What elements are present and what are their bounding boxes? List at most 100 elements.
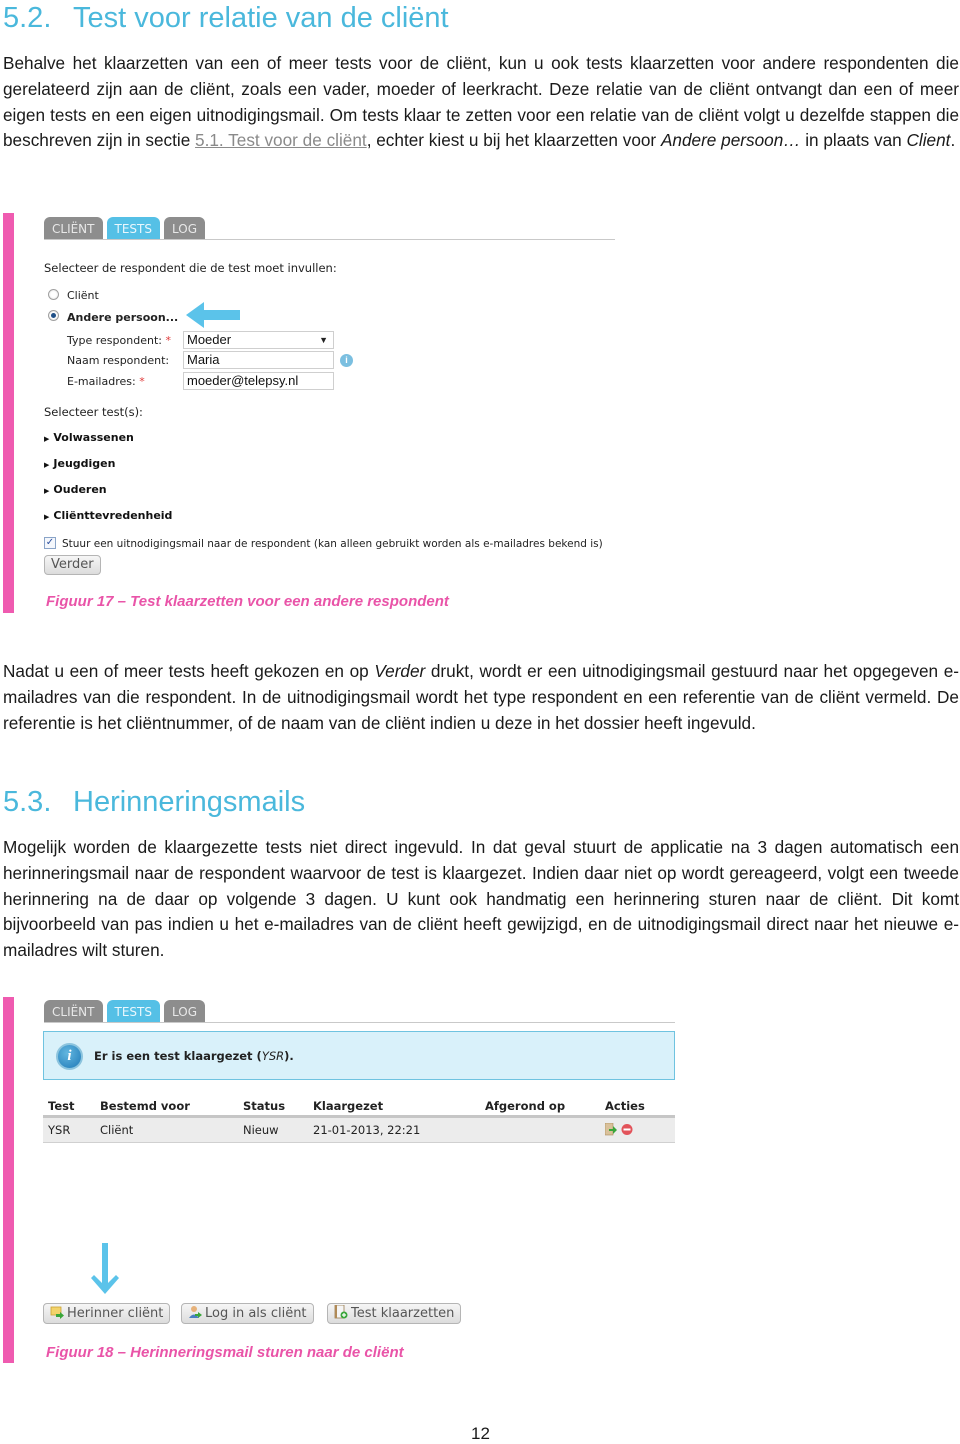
section-heading-5-3: 5.3. Herinneringsmails: [3, 786, 305, 819]
tab-log[interactable]: LOG: [163, 217, 205, 239]
tab-divider: [44, 239, 615, 240]
figure-17-caption: Figuur 17 – Test klaarzetten voor een an…: [46, 593, 449, 610]
info-icon: i: [56, 1043, 83, 1070]
notice-text: ).: [284, 1049, 294, 1063]
table-header-row: Test Bestemd voor Status Klaargezet Afge…: [43, 1097, 675, 1118]
figure-18-bar: [3, 997, 14, 1363]
required-marker: *: [165, 334, 171, 347]
column-header: Status: [238, 1097, 308, 1118]
paragraph-text: , echter kiest u bij het klaarzetten voo…: [366, 130, 661, 151]
button-label: Herinner cliënt: [67, 1306, 164, 1321]
intro-paragraph: Behalve het klaarzetten van een of meer …: [3, 51, 959, 154]
radio-client[interactable]: [48, 289, 59, 300]
naam-respondent-input[interactable]: Maria: [183, 351, 334, 369]
column-header: Bestemd voor: [95, 1097, 238, 1118]
tests-table: Test Bestemd voor Status Klaargezet Afge…: [43, 1097, 675, 1143]
figure-17-bar: [3, 213, 14, 613]
verder-button[interactable]: Verder: [44, 555, 101, 575]
test-group-label: Ouderen: [53, 483, 107, 496]
section-heading-5-2: 5.2. Test voor relatie van de cliënt: [3, 2, 449, 35]
invite-checkbox-label: Stuur een uitnodigingsmail naar de respo…: [62, 538, 603, 550]
paragraph-text: Nadat u een of meer tests heeft gekozen …: [3, 661, 375, 681]
naam-respondent-label: Naam respondent:: [67, 354, 170, 367]
section-number: 5.3.: [3, 786, 52, 818]
add-test-icon: [334, 1305, 348, 1319]
column-header: Test: [43, 1097, 95, 1118]
arrow-down-icon: [91, 1243, 119, 1294]
cell-acties: [600, 1116, 675, 1143]
expand-triangle-icon: ▶: [44, 513, 50, 521]
test-group-label: Jeugdigen: [53, 457, 116, 470]
user-login-icon: [189, 1306, 202, 1318]
tab-log[interactable]: LOG: [163, 1000, 205, 1022]
tab-divider: [44, 1022, 675, 1023]
start-test-icon[interactable]: [605, 1122, 617, 1136]
log-in-als-client-button[interactable]: Log in als cliënt: [181, 1303, 314, 1324]
tests-prompt: Selecteer test(s):: [44, 405, 143, 419]
column-header: Acties: [600, 1097, 675, 1118]
notice-test-code: YSR: [261, 1049, 285, 1063]
info-icon[interactable]: i: [340, 354, 353, 367]
tab-tests[interactable]: TESTS: [106, 217, 160, 239]
page-number: 12: [471, 1424, 490, 1443]
invite-checkbox[interactable]: ✓: [44, 537, 56, 549]
test-group-label: Cliënttevredenheid: [53, 509, 173, 522]
respondent-prompt: Selecteer de respondent die de test moet…: [44, 261, 337, 275]
mail-forward-icon: [50, 1306, 64, 1319]
notice-message: Er is een test klaargezet (YSR).: [94, 1049, 294, 1063]
cell-bestemd-voor: Cliënt: [95, 1116, 238, 1143]
cell-test: YSR: [43, 1116, 95, 1143]
required-marker: *: [139, 375, 145, 388]
section-title: Test voor relatie van de cliënt: [73, 2, 449, 34]
section-number: 5.2.: [3, 2, 52, 34]
select-value: Moeder: [187, 332, 232, 347]
emphasis-client: Client: [906, 130, 951, 151]
test-group-clienttevredenheid[interactable]: ▶ Cliënttevredenheid: [44, 509, 172, 522]
emphasis-andere-persoon: Andere persoon…: [660, 130, 801, 151]
test-klaarzetten-button[interactable]: Test klaarzetten: [327, 1303, 462, 1324]
cell-afgerond-op: [480, 1116, 600, 1143]
test-group-jeugdigen[interactable]: ▶ Jeugdigen: [44, 457, 115, 470]
notice-text: Er is een test klaargezet (: [94, 1049, 262, 1063]
test-group-ouderen[interactable]: ▶ Ouderen: [44, 483, 107, 496]
column-header: Klaargezet: [308, 1097, 480, 1118]
figure-17-tabs: CLIËNT TESTS LOG: [44, 217, 205, 241]
paragraph-text: .: [950, 130, 956, 151]
email-input[interactable]: moeder@telepsy.nl: [183, 372, 334, 390]
figure-18-tabs: CLIËNT TESTS LOG: [44, 1000, 205, 1024]
test-group-label: Volwassenen: [53, 431, 134, 444]
column-header: Afgerond op: [480, 1097, 600, 1118]
type-respondent-select[interactable]: Moeder ▼: [183, 331, 334, 349]
tab-client[interactable]: CLIËNT: [44, 217, 103, 239]
button-label: Log in als cliënt: [205, 1306, 307, 1321]
test-group-volwassenen[interactable]: ▶ Volwassenen: [44, 431, 134, 444]
paragraph-text: in plaats van: [800, 130, 907, 151]
button-label: Test klaarzetten: [351, 1306, 455, 1321]
reminder-paragraph: Mogelijk worden de klaargezette tests ni…: [3, 837, 959, 961]
section-link[interactable]: 5.1. Test voor de cliënt: [195, 130, 367, 150]
figure-18-caption: Figuur 18 – Herinneringsmail sturen naar…: [46, 1344, 404, 1361]
delete-icon[interactable]: [621, 1123, 633, 1136]
cell-status: Nieuw: [238, 1116, 308, 1143]
info-notice: i Er is een test klaargezet (YSR).: [43, 1031, 675, 1080]
radio-andere-persoon-label: Andere persoon...: [67, 311, 179, 324]
email-label: E-mailadres: *: [67, 375, 145, 388]
radio-andere-persoon[interactable]: [48, 310, 59, 321]
label-text: E-mailadres:: [67, 375, 136, 388]
expand-triangle-icon: ▶: [44, 487, 50, 495]
label-text: Type respondent:: [67, 334, 162, 347]
expand-triangle-icon: ▶: [44, 461, 50, 469]
table-row: YSR Cliënt Nieuw 21-01-2013, 22:21: [43, 1116, 675, 1143]
invitation-paragraph: Nadat u een of meer tests heeft gekozen …: [3, 659, 959, 736]
tab-tests[interactable]: TESTS: [106, 1000, 160, 1022]
arrow-left-icon: [186, 302, 240, 328]
emphasis-verder: Verder: [374, 661, 426, 681]
herinner-client-button[interactable]: Herinner cliënt: [43, 1303, 171, 1324]
tab-client[interactable]: CLIËNT: [44, 1000, 103, 1022]
type-respondent-label: Type respondent: *: [67, 334, 171, 347]
section-title: Herinneringsmails: [73, 786, 306, 818]
expand-triangle-icon: ▶: [44, 435, 50, 443]
radio-client-label: Cliënt: [67, 289, 99, 302]
dropdown-caret-icon: ▼: [319, 335, 328, 345]
cell-klaargezet: 21-01-2013, 22:21: [308, 1116, 480, 1143]
